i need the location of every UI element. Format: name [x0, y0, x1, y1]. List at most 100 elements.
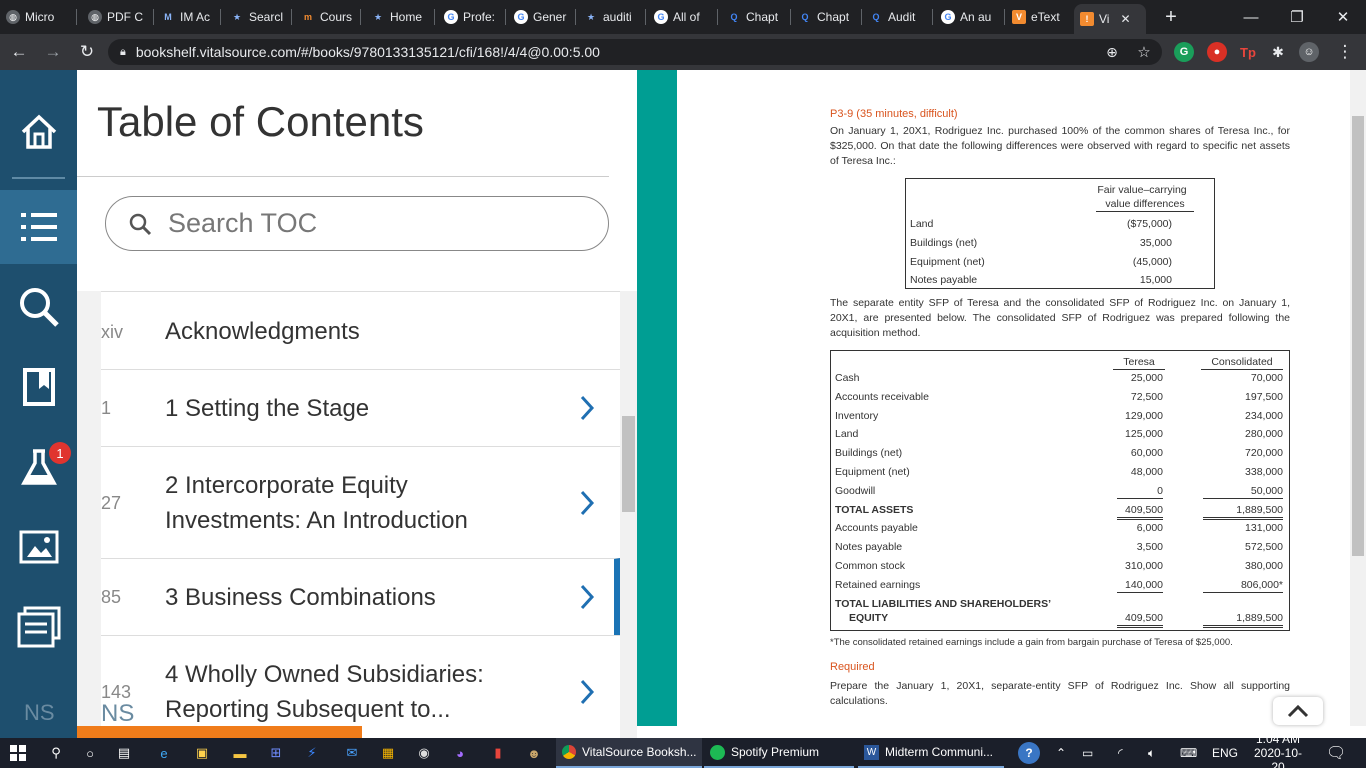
- tab[interactable]: VeText: [1006, 6, 1074, 28]
- toc-scrollbar[interactable]: [620, 291, 637, 738]
- help-icon[interactable]: ?: [1018, 738, 1040, 768]
- toc-button[interactable]: [0, 190, 77, 264]
- menu-kebab-icon[interactable]: ⋮: [1334, 41, 1356, 63]
- close-window-button[interactable]: ✕: [1320, 0, 1366, 34]
- toc-item[interactable]: 143 4 Wholly Owned Subsidiaries: Reporti…: [101, 635, 620, 738]
- chevron-right-icon[interactable]: [579, 679, 595, 705]
- taskbar-app-spotify[interactable]: Spotify Premium: [704, 738, 854, 768]
- toc-list: xiv Acknowledgments 1 1 Setting the Stag…: [77, 291, 620, 738]
- app-icon[interactable]: ☻: [524, 743, 544, 763]
- notes-icon: [17, 606, 60, 648]
- table-cell: 1,889,500: [1203, 503, 1283, 520]
- search-toc-input[interactable]: Search TOC: [105, 196, 609, 251]
- toc-item-active[interactable]: 85 3 Business Combinations: [101, 558, 620, 635]
- office-icon[interactable]: ▮: [488, 743, 508, 763]
- chevron-right-icon[interactable]: [579, 395, 595, 421]
- messenger-icon[interactable]: ◕: [450, 743, 470, 763]
- tp-extension-icon[interactable]: Tp: [1238, 42, 1258, 62]
- windows-start-icon[interactable]: [8, 743, 28, 763]
- battery-icon[interactable]: ▭: [1082, 738, 1093, 768]
- toc-item[interactable]: 27 2 Intercorporate Equity Investments: …: [101, 446, 620, 558]
- chevron-right-icon[interactable]: [579, 490, 595, 516]
- tab[interactable]: ◍ Micro: [0, 6, 77, 28]
- image-icon: [19, 530, 58, 564]
- book-page: P3-9 (35 minutes, difficult) On January …: [677, 70, 1350, 726]
- clock[interactable]: 1:04 AM 2020-10-20: [1250, 732, 1306, 774]
- mail-icon[interactable]: ✉: [342, 743, 362, 763]
- restore-button[interactable]: ❐: [1274, 0, 1320, 34]
- page-scrollbar-thumb[interactable]: [1352, 116, 1364, 556]
- forward-button[interactable]: →: [42, 41, 64, 63]
- file-explorer-icon[interactable]: ▬: [230, 743, 250, 763]
- table-cell: Accounts payable: [835, 522, 918, 535]
- wifi-icon[interactable]: ◜: [1118, 738, 1123, 768]
- taskbar-app-word[interactable]: W Midterm Communi...: [858, 738, 1004, 768]
- windows-taskbar: ⚲ ○ ▤ e ▣ ▬ ⊞ ⚡ ✉ ▦ ◉ ◕ ▮ ☻ VitalSource …: [0, 732, 1366, 774]
- taskbar-app-chrome[interactable]: VitalSource Booksh...: [556, 738, 702, 768]
- edge-icon[interactable]: e: [154, 743, 174, 763]
- m-brand-icon: m: [303, 12, 312, 22]
- images-button[interactable]: [0, 510, 77, 584]
- search-icon[interactable]: ⚲: [46, 743, 66, 763]
- app-icon[interactable]: ⚡: [302, 743, 322, 763]
- home-button[interactable]: [0, 95, 77, 169]
- tab[interactable]: m Cours: [295, 6, 361, 28]
- tab[interactable]: ★ Home: [365, 6, 435, 28]
- tab[interactable]: M IM Ac: [155, 6, 221, 28]
- volume-icon[interactable]: 🔈︎: [1148, 738, 1155, 768]
- chevron-up-icon[interactable]: ⌃: [1056, 738, 1066, 768]
- app-icon[interactable]: ◉: [414, 743, 434, 763]
- keyboard-icon[interactable]: ⌨: [1180, 738, 1197, 768]
- tab[interactable]: Q Chapt: [721, 6, 791, 28]
- minimize-button[interactable]: —: [1228, 0, 1274, 34]
- tab[interactable]: Q Audit: [863, 6, 933, 28]
- tab[interactable]: ◍ PDF C: [82, 6, 154, 28]
- tab-active[interactable]: ! Vi ✕: [1074, 4, 1146, 34]
- tab[interactable]: ★ Searcl: [224, 6, 292, 28]
- globe-icon: ◍: [88, 10, 102, 24]
- toc-item[interactable]: 1 1 Setting the Stage: [101, 369, 620, 446]
- new-tab-button[interactable]: +: [1148, 0, 1194, 34]
- tab[interactable]: G All of: [648, 6, 718, 28]
- tab[interactable]: Q Chapt: [792, 6, 862, 28]
- app-icon[interactable]: ⊞: [266, 743, 286, 763]
- user-initials[interactable]: NS: [101, 700, 134, 728]
- task-view-icon[interactable]: ▤: [114, 743, 134, 763]
- url-field[interactable]: 🔒︎ bookshelf.vitalsource.com/#/books/978…: [108, 39, 1162, 65]
- grammarly-icon[interactable]: G: [1174, 42, 1194, 62]
- chevron-right-icon[interactable]: [579, 584, 595, 610]
- store-icon[interactable]: ▣: [192, 743, 212, 763]
- differences-table: Fair value–carrying value differences La…: [905, 178, 1215, 289]
- taskbar-app-label: Spotify Premium: [731, 745, 820, 759]
- scroll-to-top-button[interactable]: [1273, 697, 1323, 725]
- tab[interactable]: G An au: [935, 6, 1005, 28]
- toc-scrollbar-thumb[interactable]: [622, 416, 635, 512]
- puzzle-extensions-icon[interactable]: ✱: [1268, 42, 1288, 62]
- toc-panel: Table of Contents Search TOC xiv Acknowl…: [77, 70, 637, 738]
- toc-item[interactable]: xiv Acknowledgments: [101, 291, 620, 369]
- close-tab-icon[interactable]: ✕: [1120, 12, 1130, 26]
- table-cell: Inventory: [835, 409, 879, 422]
- clock-time: 1:04 AM: [1255, 732, 1301, 746]
- notifications-icon[interactable]: 🗨︎: [1326, 738, 1346, 768]
- bookmarks-button[interactable]: [0, 350, 77, 424]
- adblock-icon[interactable]: ●: [1207, 42, 1227, 62]
- notes-button[interactable]: [0, 590, 77, 664]
- profile-avatar[interactable]: ☺: [1299, 42, 1319, 62]
- zoom-icon[interactable]: ⊕: [1101, 41, 1123, 63]
- lab-button[interactable]: [0, 430, 77, 504]
- cortana-icon[interactable]: ○: [80, 743, 100, 763]
- table-cell: 35,000: [1139, 237, 1172, 249]
- tab[interactable]: G Profe:: [438, 6, 506, 28]
- tab[interactable]: ★ auditi: [578, 6, 646, 28]
- reload-button[interactable]: ↻: [76, 41, 98, 63]
- tab[interactable]: G Gener: [508, 6, 576, 28]
- language-indicator[interactable]: ENG: [1212, 738, 1238, 768]
- back-button[interactable]: ←: [8, 41, 30, 63]
- table-cell: 50,000: [1203, 484, 1283, 499]
- search-button[interactable]: [0, 270, 77, 344]
- user-initials[interactable]: NS: [24, 700, 55, 726]
- tab-label: Chapt: [817, 10, 850, 24]
- app-icon[interactable]: ▦: [378, 743, 398, 763]
- bookmark-star-icon[interactable]: ☆: [1133, 41, 1155, 63]
